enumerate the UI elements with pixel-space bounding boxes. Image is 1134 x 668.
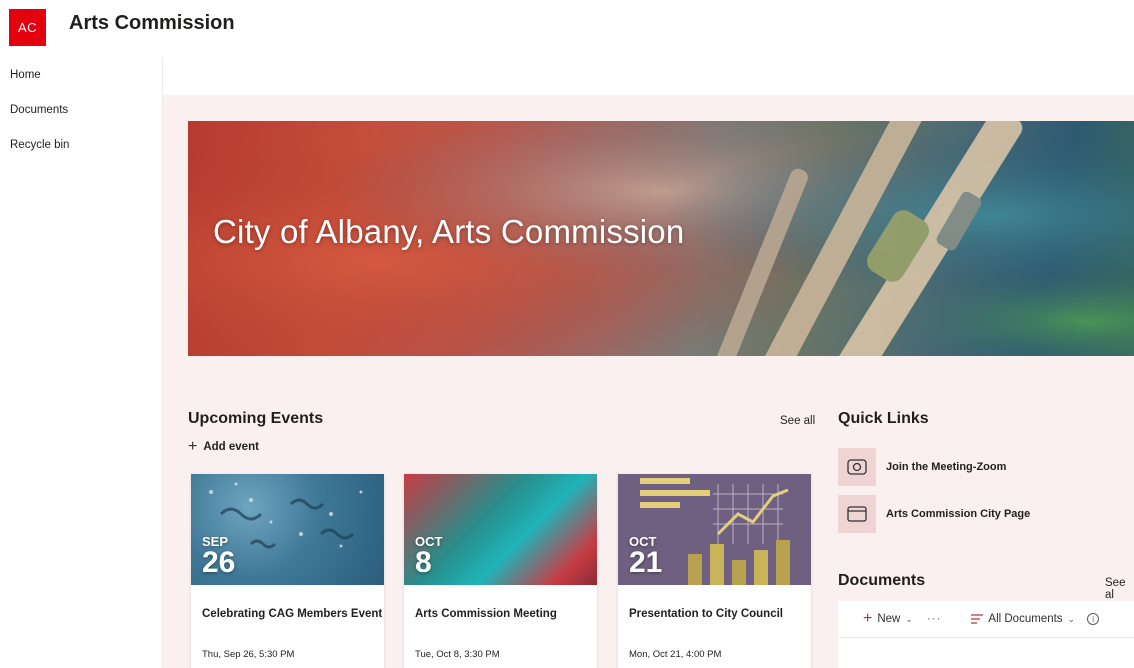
new-button[interactable]: + New ⌄ [863,611,913,627]
info-icon: i [1087,613,1100,625]
documents-toolbar: + New ⌄ ··· All Documents ⌄ i [838,601,1134,637]
add-event-label: Add event [203,441,259,453]
event-date: OCT 8 [415,535,442,579]
view-label: All Documents [988,613,1063,625]
site-header: AC Arts Commission [0,0,1134,58]
filter-lines-icon [971,614,984,624]
nav-item-home[interactable]: Home [0,58,162,93]
event-card[interactable]: SEP 26 Celebrating CAG Members Event Thu… [191,474,384,668]
quick-link-zoom[interactable]: Join the Meeting-Zoom [838,448,1006,486]
event-day: 26 [202,546,236,579]
window-icon [838,495,876,533]
documents-title: Documents [838,572,926,589]
more-options-button[interactable]: ··· [927,613,942,625]
command-bar-area [163,58,1134,95]
info-button[interactable]: i [1087,613,1100,625]
plus-icon: + [188,438,198,455]
hero-banner: City of Albany, Arts Commission [188,121,1134,356]
quick-link-label: Arts Commission City Page [886,508,1031,520]
event-day: 8 [415,546,432,579]
event-day: 21 [629,546,663,579]
event-image-abstract: OCT 8 [404,474,597,585]
event-time: Tue, Oct 8, 3:30 PM [415,649,500,660]
event-title: Celebrating CAG Members Event [202,608,383,620]
quick-link-label: Join the Meeting-Zoom [886,461,1007,473]
new-label: New [877,613,901,625]
quick-link-city-page[interactable]: Arts Commission City Page [838,495,1030,533]
event-title: Arts Commission Meeting [415,608,557,620]
events-see-all-link[interactable]: See all [780,415,815,427]
plus-icon: + [863,610,873,627]
nav-item-recycle-bin[interactable]: Recycle bin [0,128,162,163]
event-image-confetti: SEP 26 [191,474,384,585]
hero-title: City of Albany, Arts Commission [213,213,685,250]
page-canvas: City of Albany, Arts Commission Upcoming… [163,95,1134,668]
chevron-down-icon: ⌄ [905,613,913,624]
event-card[interactable]: OCT 8 Arts Commission Meeting Tue, Oct 8… [404,474,597,668]
documents-list [838,637,1134,668]
event-time: Mon, Oct 21, 4:00 PM [629,649,722,660]
documents-see-all-link[interactable]: See al [1105,577,1134,601]
add-event-button[interactable]: + Add event [188,439,259,455]
event-date: SEP 26 [202,535,236,579]
view-selector[interactable]: All Documents ⌄ [971,613,1075,625]
left-navigation: Home Documents Recycle bin [0,58,163,668]
event-date: OCT 21 [629,535,663,579]
site-title[interactable]: Arts Commission [69,12,235,35]
video-icon [838,448,876,486]
quick-links-title: Quick Links [838,410,929,427]
event-card[interactable]: OCT 21 Presentation to City Council Mon,… [618,474,811,668]
site-logo[interactable]: AC [9,9,46,46]
events-section-title: Upcoming Events [188,410,324,427]
nav-item-documents[interactable]: Documents [0,93,162,128]
event-time: Thu, Sep 26, 5:30 PM [202,649,295,660]
event-title: Presentation to City Council [629,608,783,620]
event-image-chart: OCT 21 [618,474,811,585]
chevron-down-icon: ⌄ [1067,613,1076,624]
